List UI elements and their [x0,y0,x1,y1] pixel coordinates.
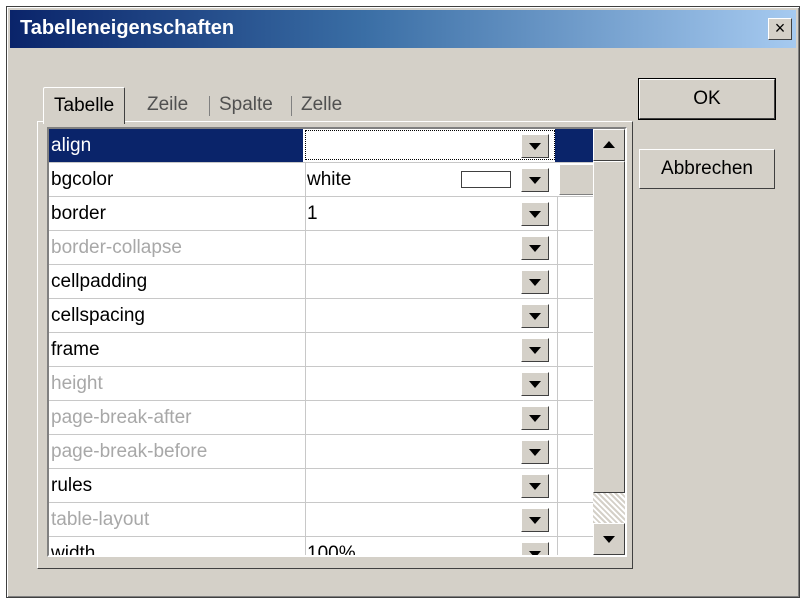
property-value[interactable] [307,469,521,502]
chevron-down-icon[interactable] [521,508,549,532]
scroll-up-icon[interactable] [593,129,625,161]
property-row-cellpadding[interactable]: cellpadding [49,265,609,299]
property-value[interactable] [307,435,521,468]
column-divider [557,503,558,536]
chevron-down-icon[interactable] [521,440,549,464]
column-divider [305,435,306,468]
property-name: width [51,543,96,557]
column-divider [305,401,306,434]
column-divider [557,367,558,400]
property-row-width[interactable]: width 100% [49,537,609,557]
chevron-down-icon[interactable] [521,236,549,260]
property-name: border-collapse [51,237,182,258]
column-divider [557,265,558,298]
column-divider [557,435,558,468]
column-divider [305,537,306,555]
column-divider [557,299,558,332]
scrollbar-track[interactable] [593,493,625,523]
vertical-scrollbar[interactable] [593,129,625,555]
scrollbar-thumb[interactable] [593,161,625,493]
property-name: table-layout [51,509,150,530]
property-row-bgcolor[interactable]: bgcolor white [49,163,609,197]
column-divider [305,197,306,230]
close-icon: × [774,18,786,38]
property-value-field[interactable] [305,130,555,160]
property-value[interactable] [307,401,521,434]
column-divider [557,231,558,264]
property-value[interactable]: 1 [307,197,521,230]
column-divider [305,503,306,536]
property-value[interactable] [307,333,521,366]
property-value[interactable] [307,367,521,400]
property-row-height[interactable]: height [49,367,609,401]
property-value[interactable] [307,265,521,298]
chevron-down-icon[interactable] [521,270,549,294]
property-name: border [51,203,106,224]
property-name: cellspacing [51,305,145,326]
property-value[interactable] [307,503,521,536]
property-row-table-layout[interactable]: table-layout [49,503,609,537]
column-divider [557,333,558,366]
property-name: rules [51,475,93,496]
tab-label: Zeile [147,94,189,115]
chevron-down-icon[interactable] [521,168,549,192]
column-divider [557,469,558,502]
tab-zeile[interactable]: Zeile [147,87,188,123]
column-divider [557,537,558,555]
column-divider [557,197,558,230]
tab-label: Tabelle [54,95,115,116]
tab-tabelle[interactable]: Tabelle [43,87,126,124]
property-value[interactable] [307,299,521,332]
property-row-rules[interactable]: rules [49,469,609,503]
chevron-down-icon[interactable] [521,304,549,328]
property-row-page-break-after[interactable]: page-break-after [49,401,609,435]
window-title: Tabelleneigenschaften [20,17,235,39]
property-name: frame [51,339,100,360]
chevron-down-icon[interactable] [521,134,549,158]
property-value[interactable] [307,231,521,264]
chevron-down-icon[interactable] [521,372,549,396]
tab-zelle[interactable]: Zelle [301,87,342,123]
property-name: align [49,129,303,162]
property-row-border[interactable]: border 1 [49,197,609,231]
property-row-align[interactable]: align [49,129,609,163]
column-divider [305,367,306,400]
cancel-button[interactable]: Abbrechen [639,149,775,189]
tab-spalte[interactable]: Spalte [219,87,273,123]
close-button[interactable]: × [768,18,792,40]
chevron-down-icon[interactable] [521,202,549,226]
property-name: page-break-after [51,407,192,428]
property-name: cellpadding [51,271,148,292]
dialog-window: Tabelleneigenschaften × Tabelle Zeile Sp… [6,6,800,598]
column-divider [305,265,306,298]
property-name: height [51,373,103,394]
property-grid: align bgcolor white border 1 border-coll… [47,127,627,557]
column-divider [305,299,306,332]
column-divider [305,469,306,502]
tab-label: Spalte [219,94,273,115]
tab-divider [291,96,292,116]
property-row-cellspacing[interactable]: cellspacing [49,299,609,333]
color-swatch [461,171,511,188]
property-value[interactable]: 100% [307,537,521,555]
property-name: page-break-before [51,441,208,462]
chevron-down-icon[interactable] [521,406,549,430]
tab-label: Zelle [301,94,343,115]
chevron-down-icon[interactable] [521,542,549,555]
property-name: bgcolor [51,169,114,190]
title-bar: Tabelleneigenschaften × [10,10,796,48]
chevron-down-icon[interactable] [521,474,549,498]
property-row-border-collapse[interactable]: border-collapse [49,231,609,265]
ok-button[interactable]: OK [638,78,776,120]
tab-divider [209,96,210,116]
property-row-page-break-before[interactable]: page-break-before [49,435,609,469]
column-divider [557,401,558,434]
chevron-down-icon[interactable] [521,338,549,362]
column-divider [305,333,306,366]
column-divider [305,231,306,264]
scroll-down-icon[interactable] [593,523,625,555]
property-row-frame[interactable]: frame [49,333,609,367]
column-divider [305,163,306,196]
